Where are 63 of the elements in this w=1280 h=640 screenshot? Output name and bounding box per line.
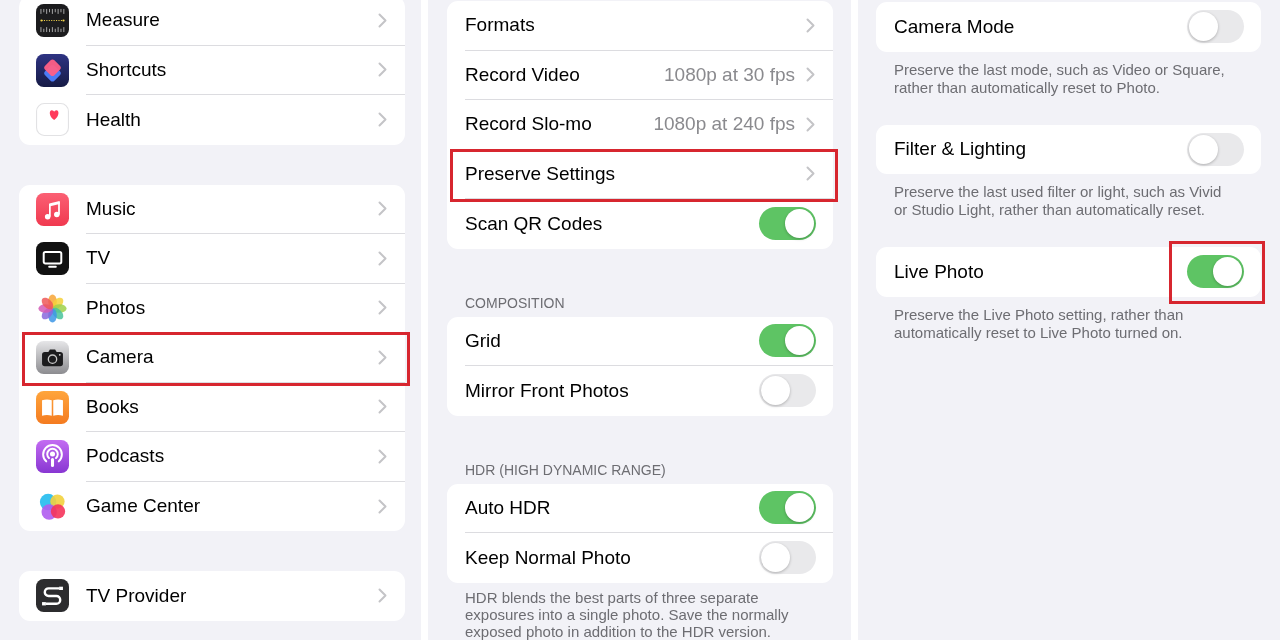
section-footer: Preserve the last mode, such as Video or Square, rather than automatically reset to Photo. <box>876 51 1261 97</box>
setting-label: Live Photo <box>894 259 985 284</box>
toggle-switch[interactable] <box>759 207 816 241</box>
toggle-switch[interactable] <box>759 491 816 525</box>
chevron-icon <box>806 67 815 83</box>
setting-label: Keep Normal Photo <box>465 545 632 570</box>
stacked-diamonds-icon <box>36 53 69 87</box>
setting-value: 1080p at 30 fps <box>664 62 795 87</box>
section-footer: HDR blends the best parts of three separate exposures into a single photo. Save the normally exposed photo in addition to the HDR version. <box>447 582 833 640</box>
chevron-icon <box>378 399 387 415</box>
chevron-icon <box>806 166 815 182</box>
camera-icon <box>36 341 69 375</box>
settings-row[interactable]: Measure <box>19 0 405 46</box>
chevron-icon <box>378 250 387 266</box>
podcast-icon <box>36 440 69 474</box>
toggle-switch[interactable] <box>1187 255 1244 289</box>
setting-label: Mirror Front Photos <box>465 378 630 403</box>
ruler-icon <box>36 4 69 38</box>
settings-row[interactable]: Preserve Settings <box>447 149 833 199</box>
settings-row[interactable]: TV Provider <box>19 571 405 621</box>
settings-row[interactable]: Music <box>19 184 405 234</box>
chevron-icon <box>378 498 387 514</box>
setting-label: Grid <box>465 328 502 353</box>
setting-value: 1080p at 240 fps <box>653 112 795 136</box>
cable-icon <box>36 579 69 613</box>
flower-icon <box>36 291 69 325</box>
settings-row[interactable]: Game Center <box>19 481 405 531</box>
section-footer: Preserve the Live Photo setting, rather than automatically reset to Live Photo turned on. <box>876 296 1261 342</box>
setting-label: Scan QR Codes <box>465 211 604 236</box>
setting-label: Camera Mode <box>894 14 1016 39</box>
chevron-icon <box>378 448 387 464</box>
chevron-icon <box>378 349 387 365</box>
settings-row[interactable]: Camera <box>19 333 405 383</box>
chevron-icon <box>378 112 387 128</box>
chevron-icon <box>806 116 815 132</box>
section-header: HDR (HIGH DYNAMIC RANGE) <box>464 461 667 478</box>
toggle-switch[interactable] <box>1187 132 1244 166</box>
toggle-switch[interactable] <box>759 324 816 358</box>
toggle-switch[interactable] <box>759 374 816 408</box>
settings-row[interactable]: Podcasts <box>19 432 405 482</box>
settings-row[interactable]: Photos <box>19 283 405 333</box>
setting-label: Filter & Lighting <box>894 137 1027 161</box>
chevron-icon <box>378 12 387 28</box>
setting-label: Auto HDR <box>465 495 552 520</box>
open-book-icon <box>36 390 69 424</box>
chevron-icon <box>378 62 387 78</box>
music-note-icon <box>36 192 69 226</box>
tv-icon <box>36 242 69 276</box>
chevron-icon <box>378 201 387 217</box>
chevron-icon <box>378 588 387 604</box>
toggle-switch[interactable] <box>759 541 816 575</box>
settings-row[interactable]: Record Slo-mo 1080p at 240 fps <box>447 100 833 150</box>
section-header: COMPOSITION <box>464 294 566 311</box>
chevron-icon <box>806 17 815 33</box>
settings-row[interactable]: Books <box>19 382 405 432</box>
section-footer: Preserve the last used filter or light, such as Vivid or Studio Light, rather than automatically reset. <box>876 174 1261 219</box>
toggle-switch[interactable] <box>1187 10 1244 44</box>
settings-row[interactable]: Health <box>19 95 405 145</box>
settings-row[interactable]: Record Video 1080p at 30 fps <box>447 50 833 100</box>
chevron-icon <box>378 300 387 316</box>
settings-row[interactable]: Formats <box>447 1 833 51</box>
settings-row[interactable]: Shortcuts <box>19 45 405 95</box>
settings-row[interactable]: TV <box>19 234 405 284</box>
